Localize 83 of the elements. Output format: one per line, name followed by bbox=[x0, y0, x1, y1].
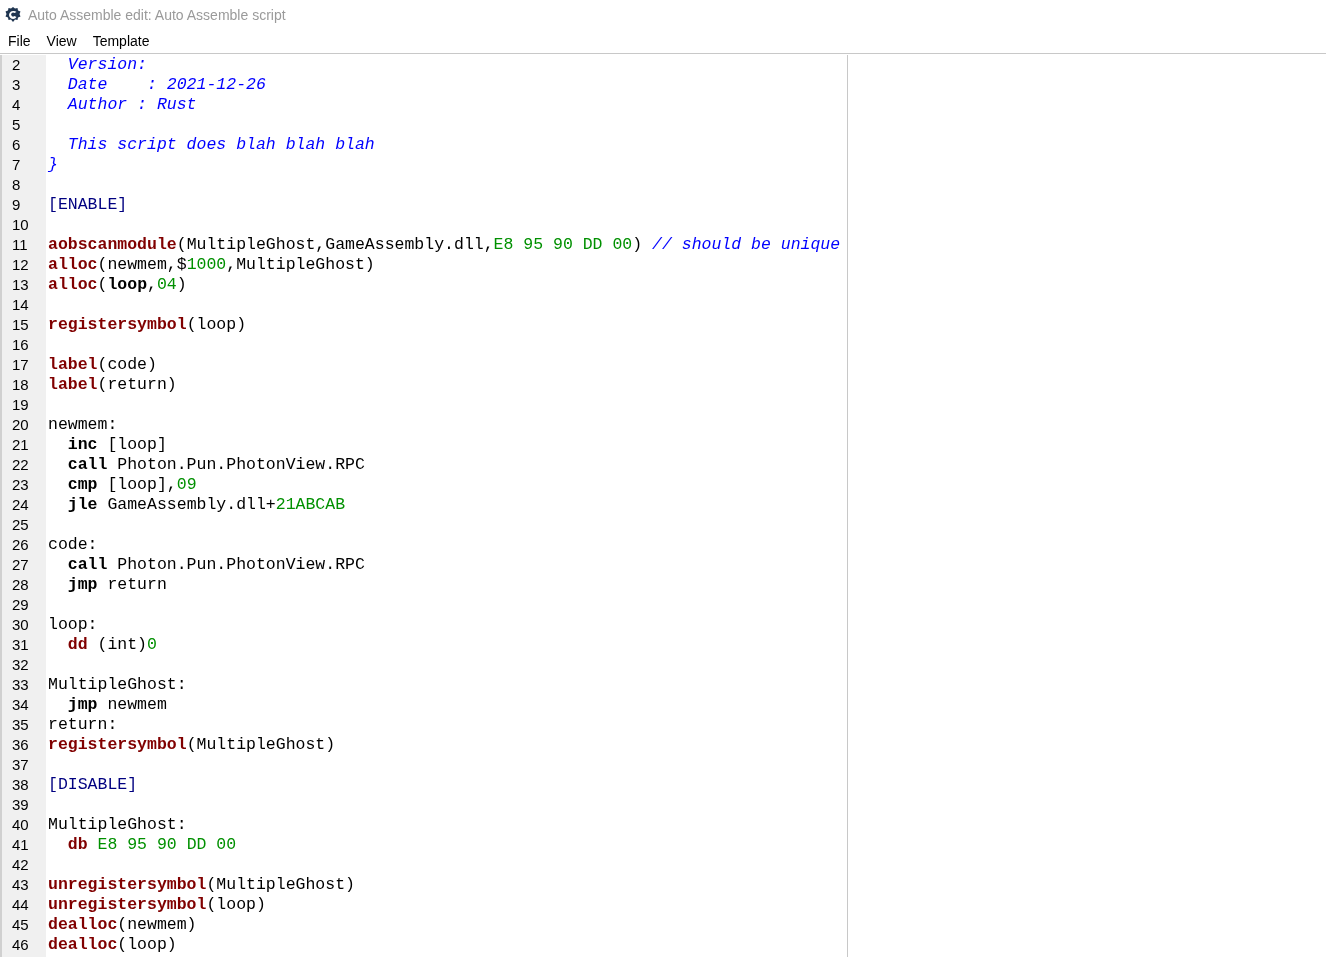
line-number: 27 bbox=[11, 555, 29, 575]
code-line: jmp return bbox=[67, 575, 167, 595]
line-number: 42 bbox=[11, 855, 29, 875]
line-number: 30 bbox=[11, 615, 29, 635]
code-line: dealloc(newmem) bbox=[48, 915, 197, 935]
code-line: registersymbol(loop) bbox=[48, 315, 247, 335]
line-number: 8 bbox=[11, 175, 21, 195]
line-number: 7 bbox=[11, 155, 21, 175]
app-logo-icon bbox=[4, 6, 22, 24]
line-number: 29 bbox=[11, 595, 29, 615]
menu-item[interactable]: View bbox=[38, 30, 85, 53]
line-number: 33 bbox=[11, 675, 29, 695]
code-line: label(code) bbox=[48, 355, 157, 375]
line-number: 37 bbox=[11, 755, 29, 775]
code-line: call Photon.Pun.PhotonView.RPC bbox=[67, 555, 365, 575]
line-number: 17 bbox=[11, 355, 29, 375]
line-number: 20 bbox=[11, 415, 29, 435]
line-number: 4 bbox=[11, 95, 21, 115]
line-number: 11 bbox=[11, 235, 28, 255]
code-line: call Photon.Pun.PhotonView.RPC bbox=[67, 455, 365, 475]
line-number: 9 bbox=[11, 195, 21, 215]
line-number: 40 bbox=[11, 815, 29, 835]
menu-item[interactable]: File bbox=[0, 30, 39, 53]
line-number: 35 bbox=[11, 715, 29, 735]
code-line: jmp newmem bbox=[67, 695, 167, 715]
code-line: label(return) bbox=[48, 375, 177, 395]
code-line: return: bbox=[48, 715, 118, 735]
line-number: 14 bbox=[11, 295, 29, 315]
code-line: This script does blah blah blah bbox=[66, 135, 375, 155]
code-line: jle GameAssembly.dll+21ABCAB bbox=[67, 495, 346, 515]
line-number: 13 bbox=[11, 275, 29, 295]
code-line: alloc(newmem,$1000,MultipleGhost) bbox=[48, 255, 375, 275]
line-number: 10 bbox=[11, 215, 29, 235]
code-line: inc [loop] bbox=[67, 435, 167, 455]
code-line: Author : Rust bbox=[66, 95, 197, 115]
code-line: registersymbol(MultipleGhost) bbox=[48, 735, 336, 755]
line-number: 16 bbox=[11, 335, 29, 355]
code-line: MultipleGhost: bbox=[48, 815, 187, 835]
line-number: 24 bbox=[11, 495, 29, 515]
line-number: 12 bbox=[11, 255, 29, 275]
menu-item[interactable]: Template bbox=[84, 30, 158, 53]
code-line: MultipleGhost: bbox=[48, 675, 187, 695]
code-line: unregistersymbol(loop) bbox=[48, 895, 266, 915]
line-number: 46 bbox=[11, 935, 29, 955]
line-number: 38 bbox=[11, 775, 29, 795]
line-number: 22 bbox=[11, 455, 29, 475]
code-line: code: bbox=[48, 535, 98, 555]
line-number: 2 bbox=[11, 55, 21, 75]
line-number: 23 bbox=[11, 475, 29, 495]
code-line: Version: bbox=[66, 55, 148, 75]
line-number: 18 bbox=[11, 375, 29, 395]
line-number: 3 bbox=[11, 75, 21, 95]
code-line: } bbox=[48, 155, 58, 175]
code-line: Date : 2021-12-26 bbox=[66, 75, 266, 95]
code-line: dd (int)0 bbox=[67, 635, 157, 655]
line-number: 6 bbox=[11, 135, 21, 155]
line-number: 28 bbox=[11, 575, 29, 595]
code-line: aobscanmodule(MultipleGhost,GameAssembly.dll,E8 95 90 DD 00) // should be unique bbox=[48, 235, 841, 255]
line-number: 15 bbox=[11, 315, 29, 335]
line-number: 34 bbox=[11, 695, 29, 715]
line-number: 45 bbox=[11, 915, 29, 935]
line-number: 26 bbox=[11, 535, 29, 555]
code-line: unregistersymbol(MultipleGhost) bbox=[48, 875, 355, 895]
code-line: cmp [loop],09 bbox=[67, 475, 197, 495]
line-number: 32 bbox=[11, 655, 29, 675]
code-line: [DISABLE] bbox=[48, 775, 138, 795]
line-number: 36 bbox=[11, 735, 29, 755]
line-number: 41 bbox=[11, 835, 29, 855]
code-line: alloc(loop,04) bbox=[48, 275, 187, 295]
code-line: [ENABLE] bbox=[48, 195, 128, 215]
line-number: 19 bbox=[11, 395, 29, 415]
window-title: Auto Assemble edit: Auto Assemble script bbox=[28, 5, 286, 25]
code-line: newmem: bbox=[48, 415, 118, 435]
line-number: 43 bbox=[11, 875, 29, 895]
line-number: 39 bbox=[11, 795, 29, 815]
line-number: 31 bbox=[11, 635, 29, 655]
line-number: 44 bbox=[11, 895, 29, 915]
line-number: 5 bbox=[11, 115, 21, 135]
code-line: db E8 95 90 DD 00 bbox=[67, 835, 237, 855]
line-number: 25 bbox=[11, 515, 29, 535]
code-line: dealloc(loop) bbox=[48, 935, 177, 955]
line-number: 21 bbox=[11, 435, 29, 455]
code-line: loop: bbox=[48, 615, 98, 635]
